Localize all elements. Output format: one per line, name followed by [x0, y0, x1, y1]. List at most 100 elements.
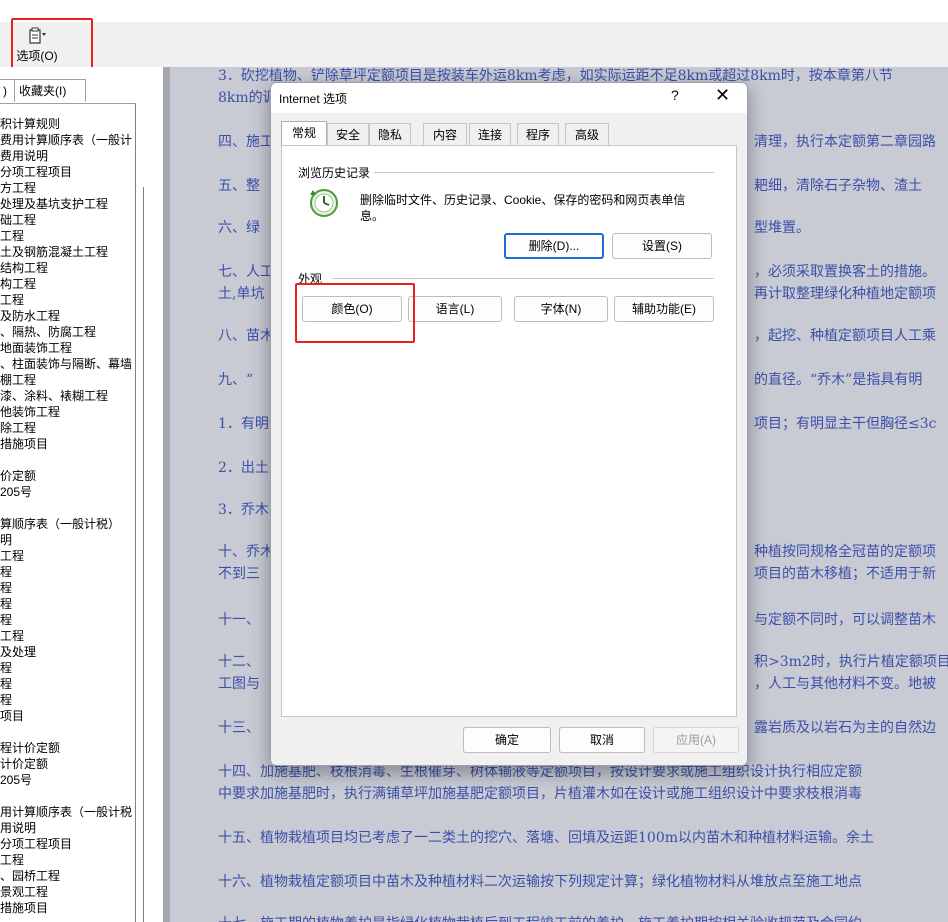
- tab-programs[interactable]: 程序: [517, 123, 559, 146]
- tree-item[interactable]: 工程: [0, 548, 24, 564]
- document-line: 十六、植物栽植定额项目中苗木及种植材料二次运输按下列规定计算；绿化植物材料从堆放…: [218, 874, 862, 890]
- tab-content[interactable]: 内容: [423, 123, 467, 146]
- tab-favorites[interactable]: 收藏夹(I): [14, 79, 86, 102]
- tree-item[interactable]: 础工程: [0, 212, 36, 228]
- document-line: 十七、施工期的植物养护是指绿化植物栽植后到工程竣工前的养护，施工养护期按相关验收…: [218, 913, 862, 922]
- tree-item[interactable]: 费用计算顺序表（一般计: [0, 132, 132, 148]
- document-line: ，人工与其他材料不变。地被: [754, 676, 936, 692]
- document-line: 耙细，清除石子杂物、渣土: [754, 178, 922, 194]
- document-line: 七、人工: [218, 264, 274, 280]
- tree-item[interactable]: 、隔热、防腐工程: [0, 324, 96, 340]
- tree-item[interactable]: 、柱面装饰与隔断、幕墙: [0, 356, 132, 372]
- document-line: 项目；有明显主干但胸径≤3c: [754, 416, 937, 432]
- tree-item[interactable]: 土及钢筋混凝土工程: [0, 244, 108, 260]
- help-button[interactable]: ?: [671, 87, 679, 103]
- document-line: 型堆置。: [754, 220, 810, 236]
- tree-item[interactable]: 明: [0, 532, 12, 548]
- tree-item[interactable]: 工程: [0, 292, 24, 308]
- tree-item[interactable]: 用说明: [0, 820, 36, 836]
- tree-item[interactable]: 程计价定额: [0, 740, 60, 756]
- accessibility-button[interactable]: 辅助功能(E): [614, 296, 714, 322]
- tree-item[interactable]: 程: [0, 564, 12, 580]
- document-line: 3．乔木: [218, 502, 269, 518]
- cancel-button[interactable]: 取消: [559, 727, 645, 753]
- tab-security[interactable]: 安全: [327, 123, 369, 146]
- tree-scrollbar[interactable]: [143, 187, 144, 922]
- tree-item[interactable]: 措施项目: [0, 436, 48, 452]
- ok-button[interactable]: 确定: [463, 727, 551, 753]
- appearance-group-title: 外观: [298, 272, 323, 286]
- document-line: 项目的苗木移植；不适用于新: [754, 566, 936, 582]
- document-line: 积>3m2时，执行片植定额项目: [754, 654, 948, 670]
- tree-item[interactable]: 及处理: [0, 644, 36, 660]
- tree-item[interactable]: 项目: [0, 708, 24, 724]
- toolbar: 选项(O): [0, 22, 948, 68]
- tab-advanced[interactable]: 高级: [565, 123, 609, 146]
- tree-item[interactable]: 程: [0, 692, 12, 708]
- tree-item[interactable]: 工程: [0, 852, 24, 868]
- tree-item[interactable]: 程: [0, 596, 12, 612]
- tree-item[interactable]: 价定额: [0, 468, 36, 484]
- tab-connections[interactable]: 连接: [469, 123, 511, 146]
- tree-item[interactable]: 205号: [0, 772, 32, 788]
- delete-history-button[interactable]: 删除(D)...: [504, 233, 604, 259]
- languages-button[interactable]: 语言(L): [408, 296, 502, 322]
- tree-item[interactable]: 分项工程项目: [0, 164, 72, 180]
- document-edge: [164, 67, 170, 922]
- document-line: 九、“: [218, 372, 254, 388]
- tree-item[interactable]: 结构工程: [0, 260, 48, 276]
- options-label: 选项(O): [16, 49, 58, 63]
- tree-item[interactable]: 程: [0, 612, 12, 628]
- tab-general[interactable]: 常规: [281, 121, 327, 147]
- tree-item[interactable]: 算顺序表（一般计税）: [0, 516, 120, 532]
- options-icon: [27, 27, 47, 45]
- document-line: 五、整: [218, 178, 260, 194]
- document-line: 八、苗木: [218, 328, 274, 344]
- close-button[interactable]: ✕: [715, 85, 730, 106]
- left-tabs: ) 收藏夹(I): [0, 79, 163, 102]
- tree-item[interactable]: 地面装饰工程: [0, 340, 72, 356]
- tree-item[interactable]: 程: [0, 660, 12, 676]
- apply-button[interactable]: 应用(A): [653, 727, 739, 753]
- document-line: 土,单坑: [218, 286, 265, 302]
- tree-item[interactable]: 用计算顺序表（一般计税: [0, 804, 132, 820]
- tree-item[interactable]: 措施项目: [0, 900, 48, 916]
- tree-item[interactable]: 漆、涂料、裱糊工程: [0, 388, 108, 404]
- tab-privacy[interactable]: 隐私: [369, 123, 411, 146]
- document-line: 六、绿: [218, 220, 260, 236]
- history-group-title: 浏览历史记录: [298, 166, 371, 180]
- left-pane: ) 收藏夹(I) 积计算规则 费用计算顺序表（一般计 费用说明 分项工程项目 方工程 处理…: [0, 67, 164, 922]
- document-line: ，起挖、种植定额项目人工乘: [754, 328, 936, 344]
- tree-item[interactable]: 工程: [0, 228, 24, 244]
- history-settings-button[interactable]: 设置(S): [612, 233, 712, 259]
- tree-item[interactable]: 及防水工程: [0, 308, 60, 324]
- tree-item[interactable]: 他装饰工程: [0, 404, 60, 420]
- colors-button[interactable]: 颜色(O): [302, 296, 402, 322]
- tree-item[interactable]: 工程: [0, 628, 24, 644]
- tree-item[interactable]: 分项工程项目: [0, 836, 72, 852]
- dialog-title: Internet 选项: [279, 92, 348, 106]
- tree-item[interactable]: 、园桥工程: [0, 868, 60, 884]
- tree-item[interactable]: 程: [0, 580, 12, 596]
- document-line: 十二、: [218, 654, 260, 670]
- tree-item[interactable]: 构工程: [0, 276, 36, 292]
- tree-item[interactable]: 景观工程: [0, 884, 48, 900]
- tree-item[interactable]: 程: [0, 676, 12, 692]
- options-button[interactable]: 选项(O): [10, 24, 64, 64]
- tree-item[interactable]: 方工程: [0, 180, 36, 196]
- document-line: 十、乔木: [218, 544, 274, 560]
- document-line: 四、施工: [218, 134, 274, 150]
- history-divider: [374, 172, 714, 173]
- tree-item[interactable]: 除工程: [0, 420, 36, 436]
- window-top-strip: [0, 0, 948, 22]
- fonts-button[interactable]: 字体(N): [514, 296, 608, 322]
- tree-item[interactable]: 棚工程: [0, 372, 36, 388]
- document-line: 与定额不同时，可以调整苗木: [754, 612, 936, 628]
- tree-item[interactable]: 积计算规则: [0, 116, 60, 132]
- tree-item[interactable]: 计价定额: [0, 756, 48, 772]
- document-line: 8km的调: [218, 90, 277, 106]
- tree-item[interactable]: 费用说明: [0, 148, 48, 164]
- tree-item[interactable]: 205号: [0, 484, 32, 500]
- document-line: 的直径。“乔木”是指具有明: [754, 372, 923, 388]
- tree-item[interactable]: 处理及基坑支护工程: [0, 196, 108, 212]
